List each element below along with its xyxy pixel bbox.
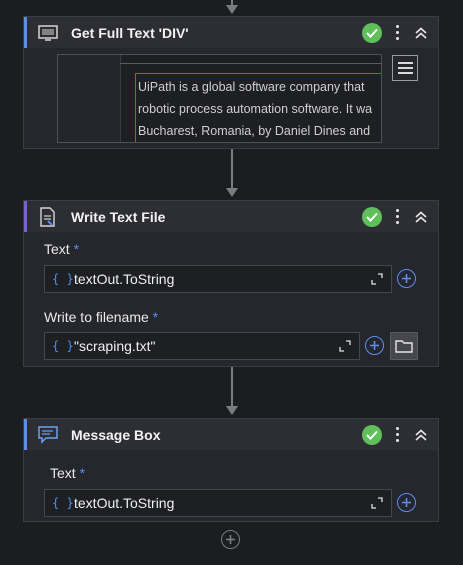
text-field-label: Text * <box>44 241 79 257</box>
activity-header[interactable]: Write Text File <box>24 201 438 232</box>
required-mark: * <box>73 241 80 257</box>
text-field-label: Text * <box>50 465 85 481</box>
text-input[interactable]: { } textOut.ToString <box>44 265 392 293</box>
write-file-icon <box>33 206 63 227</box>
collapse-icon[interactable] <box>412 428 430 441</box>
filename-input[interactable]: { } "scraping.txt" <box>44 332 360 360</box>
label-text: Write to filename <box>44 309 149 325</box>
activity-message-box[interactable]: Message Box Text * { } textOut.ToString <box>23 418 439 522</box>
activity-header[interactable]: Get Full Text 'DIV' <box>24 17 438 48</box>
required-mark: * <box>152 309 159 325</box>
validation-check-icon <box>362 424 382 445</box>
filename-field-label: Write to filename * <box>44 309 158 325</box>
preview-line: UiPath is a global software company that <box>138 80 365 94</box>
expression-icon: { } <box>52 272 74 286</box>
collapse-icon[interactable] <box>412 26 430 39</box>
activity-write-text-file[interactable]: Write Text File Text * { } textOut.ToStr… <box>23 200 439 367</box>
menu-icon[interactable] <box>392 55 418 81</box>
validation-check-icon <box>362 206 382 227</box>
expression-icon: { } <box>52 339 74 353</box>
activity-title: Message Box <box>71 426 161 443</box>
expression-icon: { } <box>52 496 74 510</box>
more-options-icon[interactable] <box>390 209 404 224</box>
more-options-icon[interactable] <box>390 25 404 40</box>
text-input-value: textOut.ToString <box>74 271 175 287</box>
activity-header[interactable]: Message Box <box>24 419 438 450</box>
activity-get-full-text[interactable]: Get Full Text 'DIV' UiPath is a global s… <box>23 16 439 149</box>
required-mark: * <box>79 465 86 481</box>
add-variable-button[interactable] <box>397 269 416 288</box>
connector-2 <box>231 367 233 407</box>
element-preview: UiPath is a global software company that… <box>57 54 382 143</box>
label-text: Text <box>44 241 70 257</box>
selected-element-highlight: UiPath is a global software company that… <box>135 73 381 142</box>
add-variable-button[interactable] <box>397 493 416 512</box>
text-input-value: textOut.ToString <box>74 495 175 511</box>
add-variable-button[interactable] <box>365 336 384 355</box>
message-box-icon <box>33 425 63 444</box>
browse-folder-button[interactable] <box>390 332 418 360</box>
expand-editor-icon[interactable] <box>367 269 387 289</box>
arrowhead-top <box>226 5 238 14</box>
preview-line: Bucharest, Romania, by Daniel Dines and <box>138 124 371 138</box>
expand-editor-icon[interactable] <box>367 493 387 513</box>
collapse-icon[interactable] <box>412 210 430 223</box>
validation-check-icon <box>362 22 382 43</box>
activity-title: Write Text File <box>71 208 166 225</box>
text-input[interactable]: { } textOut.ToString <box>44 489 392 517</box>
more-options-icon[interactable] <box>390 427 404 442</box>
label-text: Text <box>50 465 76 481</box>
preview-margin <box>58 55 121 142</box>
preview-line: robotic process automation software. It … <box>138 102 373 116</box>
preview-divider <box>120 63 381 64</box>
arrowhead-1 <box>226 188 238 197</box>
filename-input-value: "scraping.txt" <box>74 338 156 354</box>
add-activity-button[interactable] <box>221 530 240 549</box>
connector-1 <box>231 149 233 189</box>
activity-title: Get Full Text 'DIV' <box>71 24 189 41</box>
expand-editor-icon[interactable] <box>335 336 355 356</box>
screen-scrape-icon <box>33 24 63 41</box>
arrowhead-2 <box>226 406 238 415</box>
